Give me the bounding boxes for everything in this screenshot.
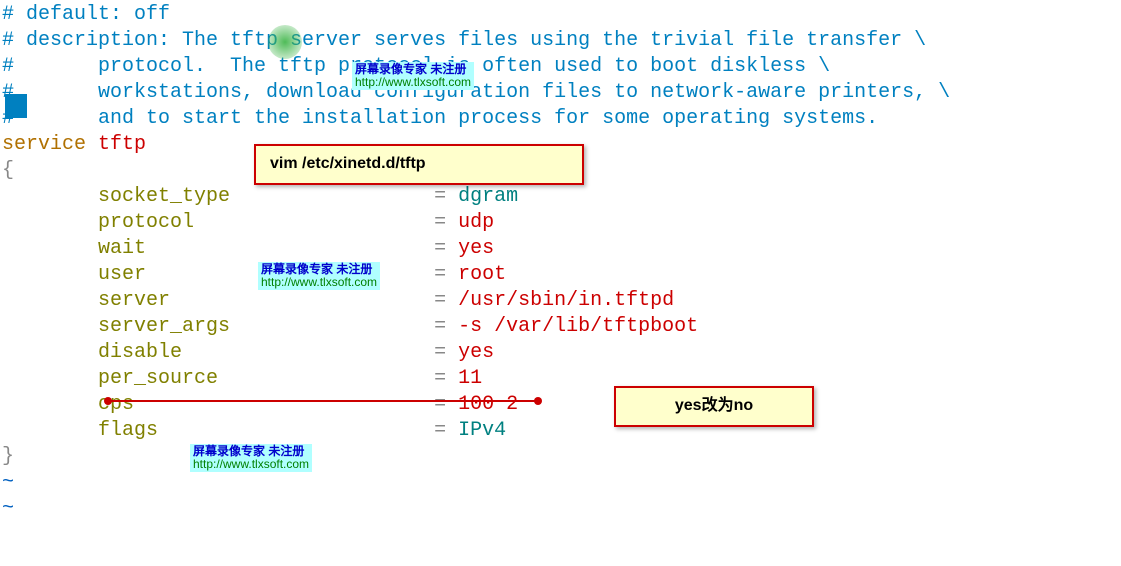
watermark: 屏幕录像专家 未注册http://www.tlxsoft.com bbox=[258, 262, 380, 290]
tilde-line: ~ bbox=[2, 496, 1119, 522]
config-row: protocol = udp bbox=[2, 210, 1119, 236]
config-row: socket_type = dgram bbox=[2, 184, 1119, 210]
config-row: wait = yes bbox=[2, 236, 1119, 262]
config-row: user = root bbox=[2, 262, 1119, 288]
config-row: flags = IPv4 bbox=[2, 418, 1119, 444]
annotation-arrow bbox=[108, 400, 538, 402]
watermark: 屏幕录像专家 未注册http://www.tlxsoft.com bbox=[190, 444, 312, 472]
cursor-highlight bbox=[5, 94, 27, 118]
brace-close: } bbox=[2, 444, 1119, 470]
comment-line: # workstations, download configuration f… bbox=[2, 80, 1119, 106]
comment-line: # and to start the installation process … bbox=[2, 106, 1119, 132]
vim-editor[interactable]: # default: off # description: The tftp s… bbox=[0, 0, 1121, 524]
config-row: server_args = -s /var/lib/tftpboot bbox=[2, 314, 1119, 340]
comment-line: # protocol. The tftp protocol is often u… bbox=[2, 54, 1119, 80]
config-row: per_source = 11 bbox=[2, 366, 1119, 392]
config-row: cps = 100 2 bbox=[2, 392, 1119, 418]
cursor-indicator bbox=[268, 25, 302, 59]
vim-command-callout: vim /etc/xinetd.d/tftp bbox=[254, 144, 584, 185]
change-note-callout: yes改为no bbox=[614, 386, 814, 427]
config-row: disable = yes bbox=[2, 340, 1119, 366]
comment-line: # default: off bbox=[2, 2, 1119, 28]
watermark: 屏幕录像专家 未注册http://www.tlxsoft.com bbox=[352, 62, 474, 90]
config-row: server = /usr/sbin/in.tftpd bbox=[2, 288, 1119, 314]
comment-line: # description: The tftp server serves fi… bbox=[2, 28, 1119, 54]
tilde-line: ~ bbox=[2, 470, 1119, 496]
